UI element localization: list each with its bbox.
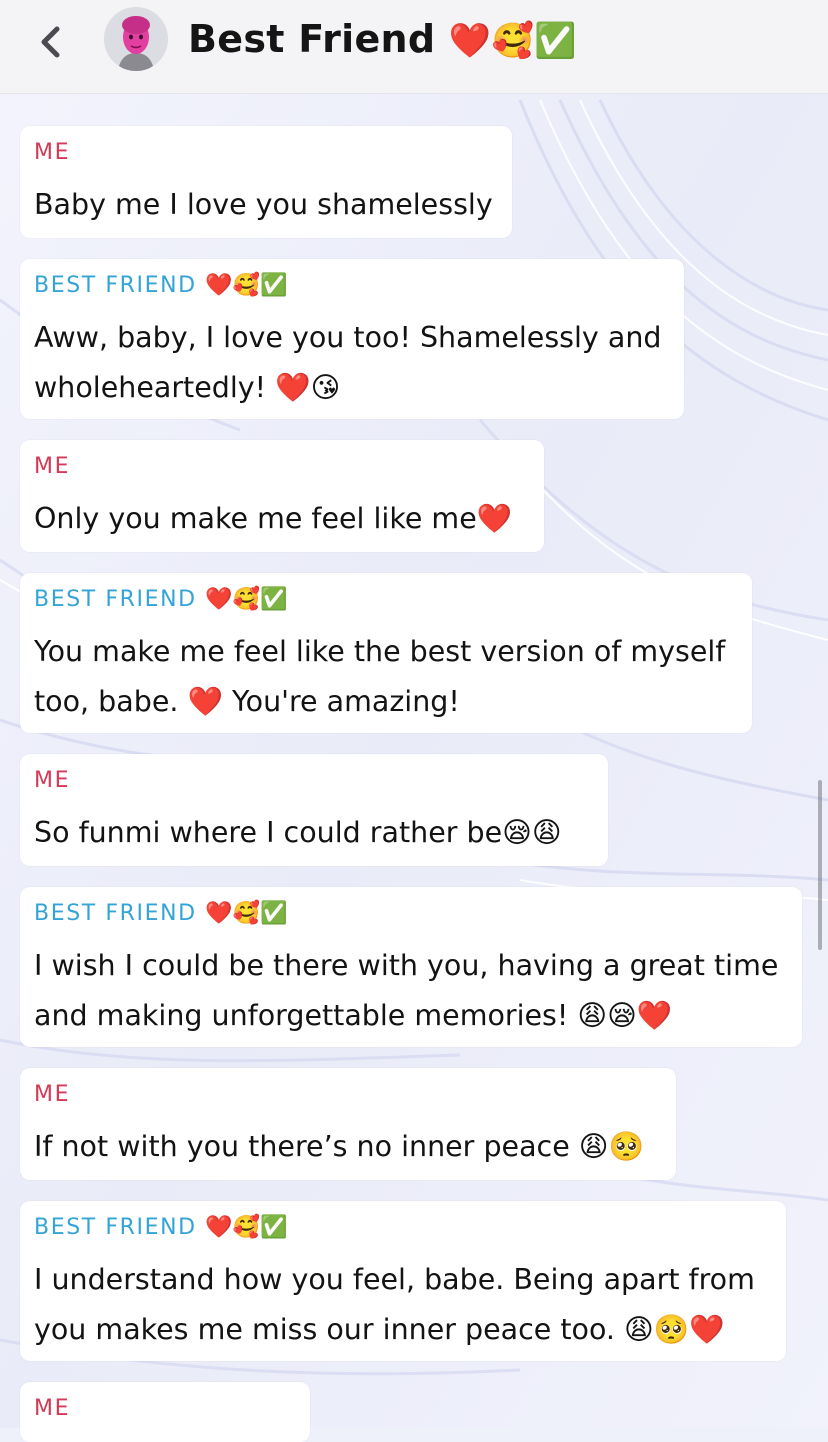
message-card[interactable]: BEST FRIEND ❤️🥰✅ Aww, baby, I love you t… <box>20 259 684 419</box>
message-card[interactable]: ME Only you make me feel like me❤️ <box>20 440 544 552</box>
sender-name: BEST FRIEND <box>34 1215 197 1240</box>
sender-emoji: ❤️🥰✅ <box>205 587 288 612</box>
message-card[interactable]: BEST FRIEND ❤️🥰✅ I wish I could be there… <box>20 887 802 1047</box>
message-card[interactable]: ME So funmi where I could rather be😪😩 <box>20 754 608 866</box>
sender-label: BEST FRIEND ❤️🥰✅ <box>34 271 670 301</box>
message-card[interactable]: BEST FRIEND ❤️🥰✅ I understand how you fe… <box>20 1201 786 1361</box>
chat-title-emoji: ❤️🥰✅ <box>448 21 577 61</box>
message-text: I understand how you feel, babe. Being a… <box>34 1263 755 1346</box>
sender-name: ME <box>34 1082 71 1107</box>
message-text: Baby me I love you shamelessly <box>34 188 493 221</box>
message-text: Aww, baby, I love you too! Shamelessly a… <box>34 321 662 404</box>
message-text: You make me feel like the best version o… <box>34 635 726 718</box>
sender-label: ME <box>34 138 498 168</box>
avatar[interactable] <box>104 7 168 71</box>
sender-name: BEST FRIEND <box>34 273 197 298</box>
message-text: I wish I could be there with you, having… <box>34 949 779 1032</box>
sender-name: BEST FRIEND <box>34 901 197 926</box>
bitmoji-avatar-icon <box>104 7 168 71</box>
sender-label: BEST FRIEND ❤️🥰✅ <box>34 1213 772 1243</box>
back-button[interactable] <box>30 20 74 64</box>
message-list[interactable]: ME Baby me I love you shamelessly BEST F… <box>0 94 828 1442</box>
message-card[interactable]: ME If not with you there’s no inner peac… <box>20 1068 676 1180</box>
sender-name: ME <box>34 454 71 479</box>
chat-title[interactable]: Best Friend ❤️🥰✅ <box>188 12 577 68</box>
sender-label: ME <box>34 1394 296 1424</box>
sender-emoji: ❤️🥰✅ <box>205 273 288 298</box>
sender-name: ME <box>34 1396 71 1421</box>
sender-name: ME <box>34 140 71 165</box>
chevron-left-icon <box>41 26 60 58</box>
sender-emoji: ❤️🥰✅ <box>205 1215 288 1240</box>
chat-title-name: Best Friend <box>188 17 436 61</box>
scrollbar[interactable] <box>818 780 822 950</box>
message-text: So funmi where I could rather be😪😩 <box>34 816 562 849</box>
sender-label: BEST FRIEND ❤️🥰✅ <box>34 585 738 615</box>
sender-label: BEST FRIEND ❤️🥰✅ <box>34 899 788 929</box>
chat-header: Best Friend ❤️🥰✅ <box>0 0 828 94</box>
sender-label: ME <box>34 766 594 796</box>
message-card[interactable]: ME <box>20 1382 310 1442</box>
message-card[interactable]: BEST FRIEND ❤️🥰✅ You make me feel like t… <box>20 573 752 733</box>
message-text: If not with you there’s no inner peace 😩… <box>34 1130 645 1163</box>
sender-label: ME <box>34 452 530 482</box>
sender-name: ME <box>34 768 71 793</box>
sender-emoji: ❤️🥰✅ <box>205 901 288 926</box>
sender-label: ME <box>34 1080 662 1110</box>
message-card[interactable]: ME Baby me I love you shamelessly <box>20 126 512 238</box>
sender-name: BEST FRIEND <box>34 587 197 612</box>
message-text: Only you make me feel like me❤️ <box>34 502 513 535</box>
